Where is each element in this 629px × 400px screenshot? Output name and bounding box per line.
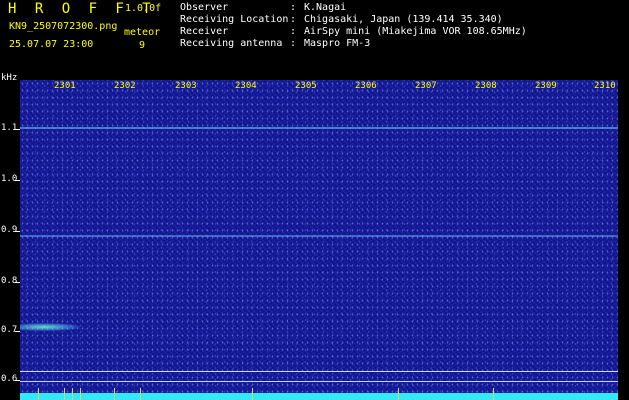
detection-mark	[493, 388, 494, 400]
info-row-location: Receiving Location : Chigasaki, Japan (1…	[180, 14, 527, 26]
detection-mark	[72, 388, 73, 400]
info-value: Chigasaki, Japan (139.414 35.340)	[304, 14, 503, 25]
detection-mark	[398, 388, 399, 400]
y-tick-label: 0.6	[1, 374, 18, 384]
datetime-label: 25.07.07 23:00	[9, 39, 94, 50]
x-tick-label: 2302	[114, 81, 136, 91]
signal-band	[20, 393, 618, 400]
detection-mark	[64, 388, 65, 400]
detection-mark	[140, 388, 141, 400]
header-panel: H R O F F T 1.0.0f KN9_2507072300.png me…	[0, 0, 629, 80]
x-tick-label: 2306	[355, 81, 377, 91]
info-value: Maspro FM-3	[304, 38, 371, 49]
info-key: Receiving antenna	[180, 38, 283, 49]
info-value: AirSpy mini (Miakejima VOR 108.65MHz)	[304, 26, 527, 37]
detection-mark	[252, 388, 253, 400]
x-tick-label: 2301	[54, 81, 76, 91]
info-sep: :	[290, 26, 297, 37]
info-value: K.Nagai	[304, 2, 347, 13]
filename-label: KN9_2507072300.png	[9, 21, 118, 32]
y-tick-label: 0.7	[1, 325, 18, 335]
meteor-label: meteor	[124, 27, 161, 38]
meteor-echo	[20, 323, 80, 331]
x-tick-label: 2304	[235, 81, 257, 91]
info-key: Observer	[180, 2, 229, 13]
reference-line	[20, 371, 618, 372]
carrier-line	[20, 127, 618, 129]
observation-info: Observer : K.Nagai Receiving Location : …	[180, 2, 527, 50]
y-tick-label: 0.8	[1, 276, 18, 286]
y-tick-label: 1.1	[1, 123, 18, 133]
y-tick-label: 0.9	[1, 225, 18, 235]
info-sep: :	[290, 2, 297, 13]
info-row-receiver: Receiver : AirSpy mini (Miakejima VOR 10…	[180, 26, 527, 38]
x-tick-label: 2310	[594, 81, 616, 91]
x-tick-label: 2307	[415, 81, 437, 91]
y-tick-label: 1.0	[1, 174, 18, 184]
detection-mark	[80, 388, 81, 400]
info-row-antenna: Receiving antenna : Maspro FM-3	[180, 38, 527, 50]
info-sep: :	[290, 14, 297, 25]
right-frame	[618, 80, 629, 400]
detection-mark	[38, 388, 39, 400]
detection-mark	[114, 388, 115, 400]
meteor-count: 9	[139, 40, 146, 51]
x-tick-label: 2308	[475, 81, 497, 91]
reference-line	[20, 381, 618, 382]
info-key: Receiver	[180, 26, 229, 37]
x-tick-label: 2309	[535, 81, 557, 91]
spectrogram-plot[interactable]	[20, 80, 618, 400]
x-tick-label: 2303	[175, 81, 197, 91]
x-tick-label: 2305	[295, 81, 317, 91]
carrier-line	[20, 235, 618, 237]
version-label: 1.0.0f	[125, 3, 162, 14]
info-sep: :	[290, 38, 297, 49]
info-key: Receiving Location	[180, 14, 289, 25]
info-row-observer: Observer : K.Nagai	[180, 2, 527, 14]
